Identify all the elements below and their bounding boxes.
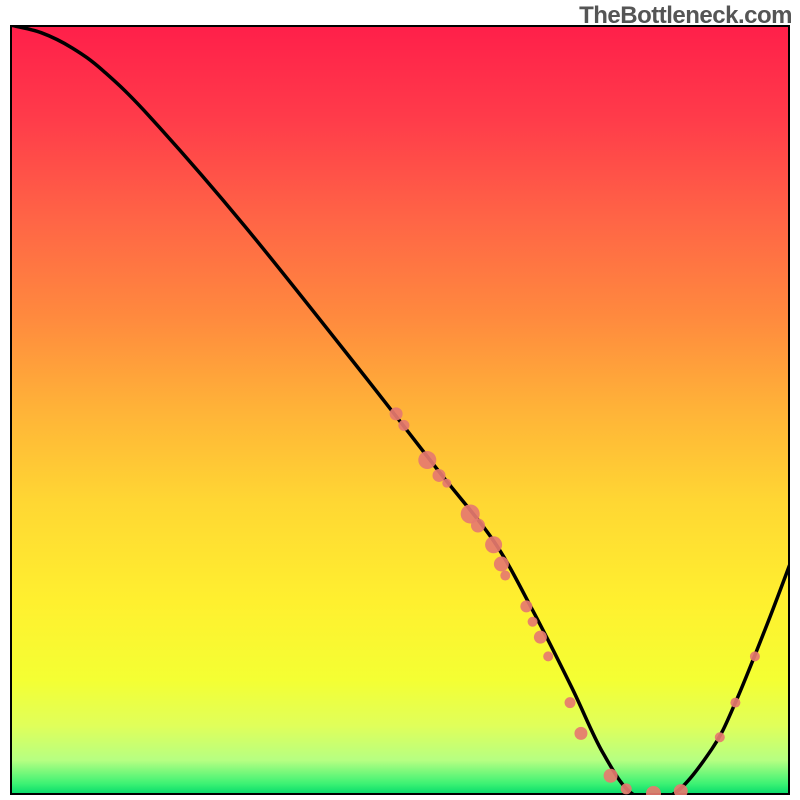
marker-point [442,479,451,488]
watermark-text: TheBottleneck.com [579,2,792,30]
marker-point [500,571,510,581]
marker-point [534,631,547,644]
marker-point [715,732,725,742]
marker-point [543,651,553,661]
marker-point [730,698,740,708]
marker-point [485,536,502,553]
marker-point [528,617,538,627]
marker-point [418,451,436,469]
marker-point [520,600,532,612]
marker-point [390,407,403,420]
chart-svg [10,25,790,795]
marker-point [574,727,587,740]
marker-point [433,469,446,482]
marker-point [471,519,485,533]
marker-point [565,697,576,708]
marker-point [750,651,760,661]
marker-point [621,783,632,794]
bottleneck-chart: TheBottleneck.com [0,0,800,800]
marker-point [604,769,618,783]
marker-point [398,420,409,431]
marker-point [494,557,509,572]
